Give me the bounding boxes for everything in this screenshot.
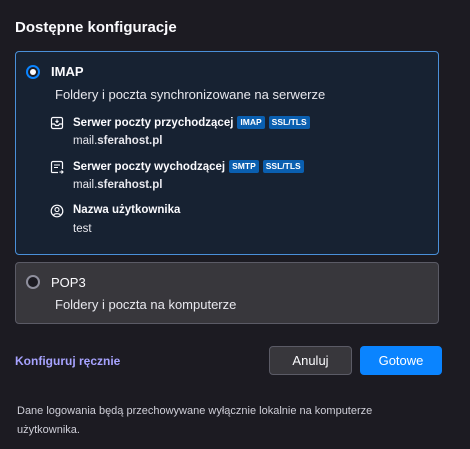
incoming-security-badge: SSL/TLS	[268, 116, 310, 129]
pop3-description: Foldery i poczta na komputerze	[55, 297, 237, 312]
cancel-button[interactable]: Anuluj	[269, 346, 352, 375]
incoming-host-prefix: mail.	[73, 135, 98, 147]
outgoing-host-prefix: mail.	[73, 179, 98, 191]
privacy-note: Dane logowania będą przechowywane wyłącz…	[17, 405, 373, 436]
incoming-server-icon	[50, 116, 64, 130]
pop3-radio[interactable]	[26, 275, 40, 289]
username-label: Nazwa użytkownika	[73, 204, 181, 216]
imap-protocol-label: IMAP	[51, 64, 84, 79]
outgoing-host-domain: sferahost.pl	[97, 179, 163, 191]
outgoing-server-icon	[50, 160, 64, 174]
incoming-server-host: mail.sferahost.pl	[73, 135, 162, 147]
incoming-host-domain: sferahost.pl	[97, 135, 163, 147]
imap-radio[interactable]	[26, 65, 40, 79]
pop3-option-card[interactable]: POP3 Foldery i poczta na komputerze	[15, 262, 439, 324]
pop3-protocol-label: POP3	[51, 275, 86, 290]
incoming-server-title: Serwer poczty przychodzącej	[73, 116, 234, 129]
configure-manually-link[interactable]: Konfiguruj ręcznie	[15, 354, 120, 368]
outgoing-server-title: Serwer poczty wychodzącej	[73, 160, 226, 173]
outgoing-server-label: Serwer poczty wychodzącej SMTP SSL/TLS	[73, 160, 304, 173]
imap-option-card[interactable]: IMAP Foldery i poczta synchronizowane na…	[15, 51, 439, 255]
outgoing-server-host: mail.sferahost.pl	[73, 179, 162, 191]
outgoing-protocol-badge: SMTP	[229, 160, 259, 173]
incoming-server-label: Serwer poczty przychodzącej IMAP SSL/TLS	[73, 116, 310, 129]
section-title: Dostępne konfiguracje	[15, 19, 177, 36]
done-button[interactable]: Gotowe	[360, 346, 442, 375]
outgoing-security-badge: SSL/TLS	[262, 160, 304, 173]
imap-description: Foldery i poczta synchronizowane na serw…	[55, 87, 326, 102]
user-icon	[50, 204, 64, 218]
incoming-protocol-badge: IMAP	[237, 116, 265, 129]
username-value: test	[73, 223, 92, 235]
